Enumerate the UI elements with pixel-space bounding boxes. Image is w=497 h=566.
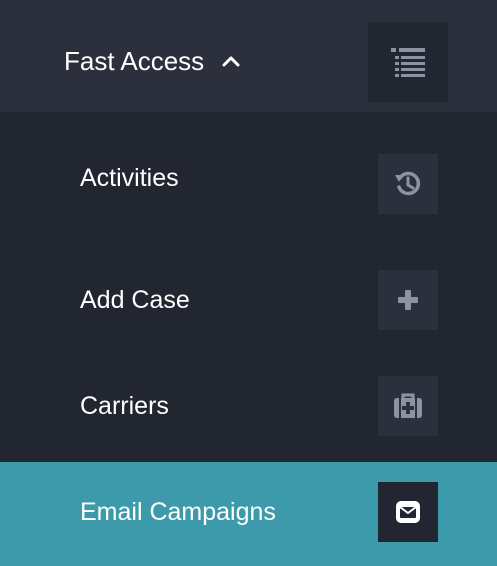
fast-access-header[interactable]: Fast Access [0, 0, 497, 112]
chevron-up-icon [222, 56, 240, 67]
activities-icon-button[interactable] [378, 154, 438, 214]
plus-icon [398, 290, 418, 310]
add-case-icon-button[interactable] [378, 270, 438, 330]
history-icon [395, 171, 421, 196]
header-title: Fast Access [64, 46, 205, 76]
menu-item-activities[interactable]: Activities [0, 112, 497, 236]
email-campaigns-icon-button[interactable] [378, 482, 438, 542]
menu-item-label: Carriers [80, 392, 169, 420]
fast-access-menu: Fast Access Activities Add Case Carriers… [0, 0, 497, 566]
medkit-icon [394, 393, 422, 418]
carriers-icon-button[interactable] [378, 376, 438, 436]
fast-access-toggle[interactable]: Fast Access [64, 44, 242, 78]
menu-item-label: Email Campaigns [80, 498, 276, 526]
menu-item-label: Add Case [80, 286, 190, 314]
menu-item-label: Activities [80, 164, 179, 192]
menu-item-carriers[interactable]: Carriers [0, 348, 497, 462]
menu-item-add-case[interactable]: Add Case [0, 236, 497, 348]
menu-item-email-campaigns[interactable]: Email Campaigns [0, 462, 497, 566]
envelope-icon [396, 501, 420, 523]
list-view-button[interactable] [368, 22, 448, 102]
list-icon [391, 48, 425, 77]
